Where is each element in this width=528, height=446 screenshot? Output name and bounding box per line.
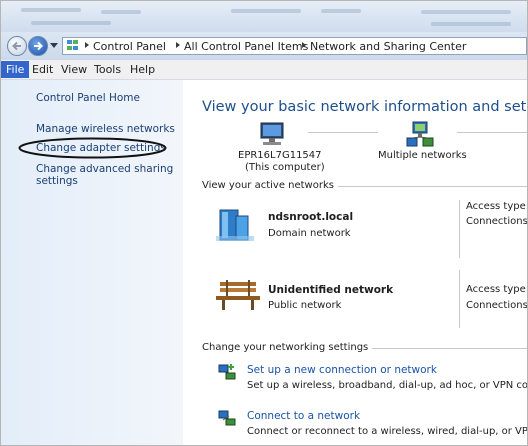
- main-pane: View your basic network information and …: [183, 80, 528, 445]
- connect-network-desc: Connect or reconnect to a wireless, wire…: [247, 426, 528, 437]
- computer-label: (This computer): [245, 162, 325, 173]
- change-advanced-sharing-link-cont[interactable]: settings: [36, 175, 78, 187]
- network-name: ndsnroot.local: [268, 211, 354, 223]
- menu-edit[interactable]: Edit: [27, 61, 58, 78]
- change-advanced-sharing-link[interactable]: Change advanced sharing: [36, 163, 173, 175]
- access-type-label: Access type:: [466, 201, 528, 212]
- connect-network-icon: [218, 410, 236, 426]
- menu-help[interactable]: Help: [125, 61, 160, 78]
- back-arrow-icon: [12, 41, 21, 51]
- network-name: Unidentified network: [268, 284, 394, 296]
- networks-label: Multiple networks: [378, 150, 467, 161]
- breadcrumb-separator: [176, 42, 180, 48]
- menu-file[interactable]: File: [1, 61, 30, 78]
- connections-label: Connections:: [466, 300, 528, 311]
- page-title: View your basic network information and …: [202, 99, 527, 115]
- highlight-ellipse: [18, 137, 167, 159]
- breadcrumb-network-sharing[interactable]: Network and Sharing Center: [310, 40, 466, 53]
- address-row: Control Panel All Control Panel Items Ne…: [1, 32, 527, 60]
- back-button[interactable]: [7, 36, 27, 56]
- left-pane: Control Panel Home Manage wireless netwo…: [1, 80, 183, 445]
- networking-settings-heading: Change your networking settings: [202, 342, 373, 353]
- explorer-window: Control Panel All Control Panel Items Ne…: [0, 0, 528, 446]
- network-divider: [459, 270, 460, 328]
- map-connector: [308, 132, 378, 133]
- menu-view[interactable]: View: [56, 61, 92, 78]
- control-panel-home-link[interactable]: Control Panel Home: [36, 92, 140, 104]
- network-center-icon: [67, 40, 78, 50]
- setup-connection-link[interactable]: Set up a new connection or network: [247, 364, 437, 376]
- manage-wireless-link[interactable]: Manage wireless networks: [36, 123, 175, 135]
- domain-network-icon: [216, 209, 254, 241]
- breadcrumb-control-panel[interactable]: Control Panel: [93, 40, 166, 53]
- multiple-networks-icon[interactable]: [405, 120, 437, 150]
- forward-button[interactable]: [28, 36, 48, 56]
- active-networks-heading: View your active networks: [202, 180, 338, 191]
- breadcrumb-separator: [85, 42, 89, 48]
- new-connection-icon: [218, 364, 236, 380]
- menu-bar: File Edit View Tools Help: [1, 60, 527, 80]
- connect-network-link[interactable]: Connect to a network: [247, 410, 360, 422]
- address-bar[interactable]: Control Panel All Control Panel Items Ne…: [62, 37, 527, 55]
- setup-connection-desc: Set up a wireless, broadband, dial-up, a…: [247, 380, 528, 391]
- network-divider: [459, 200, 460, 258]
- map-connector: [457, 132, 527, 133]
- computer-name: EPR16L7G11547: [238, 150, 322, 161]
- access-type-label: Access type:: [466, 284, 528, 295]
- forward-arrow-icon: [34, 41, 43, 51]
- recent-pages-chevron-icon[interactable]: [50, 43, 58, 49]
- public-network-bench-icon: [216, 280, 260, 310]
- network-type: Public network: [268, 300, 342, 311]
- connections-label: Connections:: [466, 216, 528, 227]
- breadcrumb-separator: [302, 42, 306, 48]
- network-type: Domain network: [268, 228, 351, 239]
- breadcrumb-all-items[interactable]: All Control Panel Items: [184, 40, 308, 53]
- menu-tools[interactable]: Tools: [89, 61, 126, 78]
- title-bar: [1, 1, 527, 32]
- computer-icon[interactable]: [257, 121, 287, 149]
